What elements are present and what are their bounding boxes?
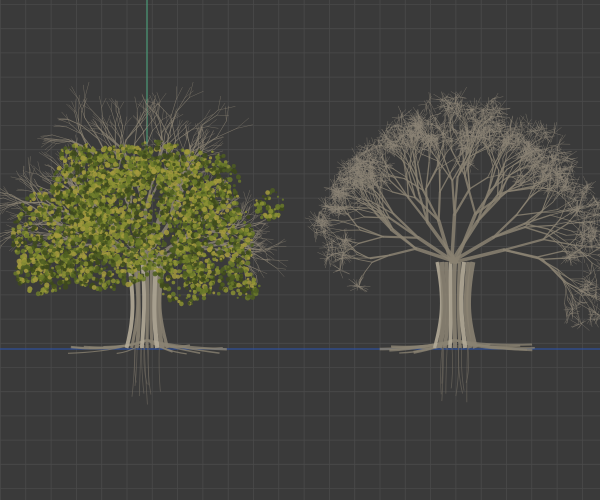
3d-viewport[interactable]	[0, 0, 600, 500]
viewport-canvas[interactable]	[0, 0, 600, 500]
